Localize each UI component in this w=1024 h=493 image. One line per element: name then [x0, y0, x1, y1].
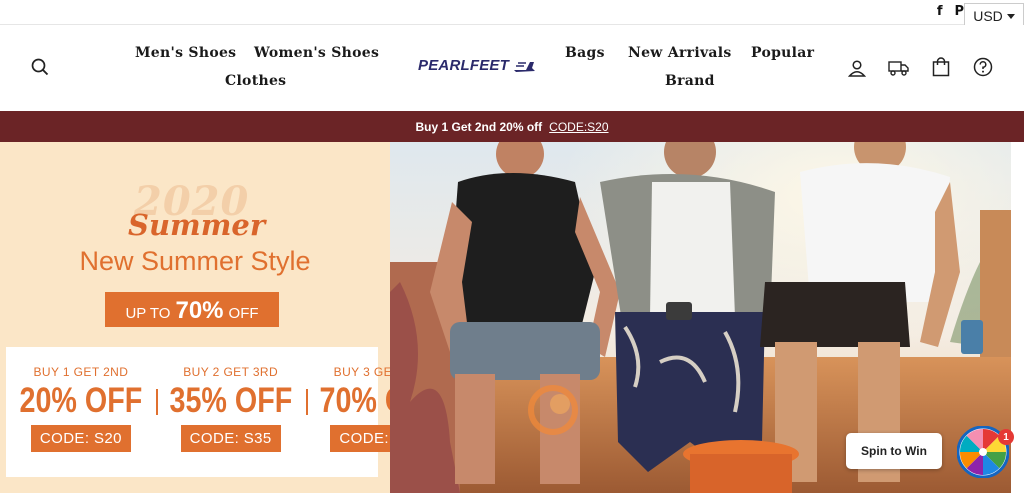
spin-to-win-label: Spin to Win	[861, 444, 927, 458]
offer-item: BUY 3 GET 4TH 70% OFF CODE: S70	[305, 347, 390, 477]
currency-value: USD	[973, 8, 1003, 24]
offer-title: BUY 1 GET 2ND	[33, 365, 129, 379]
offer-code: CODE: S35	[180, 425, 281, 452]
search-icon[interactable]	[30, 57, 50, 77]
nav-popular[interactable]: Popular	[751, 45, 814, 61]
nav-new-arrivals[interactable]: New Arrivals	[628, 45, 732, 61]
up-to-badge: UP TO 70% OFF	[105, 292, 279, 327]
up-to-percent: 70%	[175, 297, 224, 324]
promo-announcement-bar: Buy 1 Get 2nd 20% off CODE:S20	[0, 111, 1024, 142]
hero-promo-panel[interactable]: 2020 Summer New Summer Style UP TO 70% O…	[0, 142, 390, 493]
logo-text: PEARLFEET	[418, 57, 509, 74]
spin-to-win-button[interactable]: Spin to Win	[846, 433, 942, 469]
offer-code: CODE: S20	[30, 425, 131, 452]
chevron-down-icon	[1006, 13, 1015, 19]
shopping-bag-icon[interactable]	[930, 56, 952, 78]
offer-percent: 35% OFF	[169, 381, 293, 420]
notification-badge: 1	[998, 429, 1014, 445]
top-utility-bar: f P	[0, 0, 1024, 25]
offers-box: BUY 1 GET 2ND 20% OFF CODE: S20 BUY 2 GE…	[6, 347, 390, 477]
nav-brand[interactable]: Brand	[665, 73, 715, 89]
shipping-truck-icon[interactable]	[887, 57, 911, 79]
site-header: Men's Shoes Women's Shoes Clothes PEARLF…	[0, 25, 1024, 111]
offer-item: BUY 1 GET 2ND 20% OFF CODE: S20	[6, 347, 156, 477]
promo-text: Buy 1 Get 2nd 20% off	[415, 119, 543, 134]
hero-headline: New Summer Style	[79, 246, 311, 276]
site-logo[interactable]: PEARLFEET	[418, 57, 536, 74]
nav-clothes[interactable]: Clothes	[225, 73, 286, 89]
promo-code-link[interactable]: CODE:S20	[549, 120, 608, 134]
offer-title: BUY 2 GET 3RD	[183, 365, 279, 379]
nav-womens-shoes[interactable]: Women's Shoes	[254, 45, 379, 61]
hero-script-title: Summer	[128, 208, 266, 242]
offer-percent: 20% OFF	[19, 381, 143, 420]
offer-code: CODE: S70	[330, 425, 390, 452]
offer-title: BUY 3 GET 4TH	[333, 365, 390, 379]
account-icon[interactable]	[846, 57, 868, 79]
offer-item: BUY 2 GET 3RD 35% OFF CODE: S35	[155, 347, 306, 477]
up-to-prefix: UP TO	[125, 305, 171, 322]
offer-percent: 70% OFF	[319, 381, 390, 420]
logo-mark-icon	[513, 61, 535, 72]
help-icon[interactable]	[972, 56, 994, 78]
nav-bags[interactable]: Bags	[565, 45, 605, 61]
nav-mens-shoes[interactable]: Men's Shoes	[135, 45, 236, 61]
social-links: f P	[937, 5, 964, 19]
facebook-icon[interactable]: f	[937, 5, 943, 19]
up-to-suffix: OFF	[228, 305, 259, 322]
pinterest-icon[interactable]: P	[954, 5, 964, 19]
